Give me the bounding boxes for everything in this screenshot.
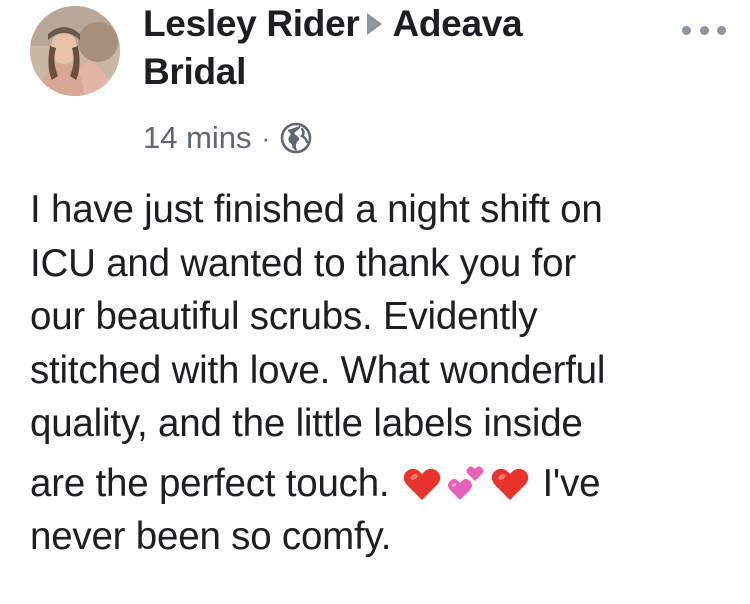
two-hearts-icon	[446, 464, 486, 504]
post-line: ICU and wanted to thank you for	[30, 241, 576, 285]
author-name[interactable]: Lesley Rider	[143, 3, 360, 44]
more-options-icon[interactable]	[682, 22, 726, 38]
post-line: never been so comfy.	[30, 515, 392, 558]
timestamp[interactable]: 14 mins	[143, 120, 252, 156]
facebook-post: Lesley Rider Adeava Bridal 14 mins · I hav…	[0, 0, 750, 604]
avatar[interactable]	[30, 6, 120, 96]
post-line: our beautiful scrubs. Evidently	[30, 295, 538, 338]
post-line: are the perfect touch. I've	[30, 461, 601, 505]
post-header: Lesley Rider Adeava Bridal	[143, 0, 643, 96]
red-heart-icon	[490, 464, 530, 504]
red-heart-icon	[402, 464, 442, 504]
post-line: quality, and the little labels inside	[30, 402, 583, 445]
globe-icon[interactable]	[280, 122, 312, 154]
post-line: stitched with love. What wonderful	[30, 348, 606, 392]
post-meta: 14 mins ·	[143, 118, 312, 158]
share-arrow-icon	[367, 13, 383, 35]
post-line: I have just finished a night shift on	[30, 188, 603, 231]
post-body: I have just finished a night shift on IC…	[30, 183, 740, 564]
meta-separator: ·	[261, 122, 271, 153]
